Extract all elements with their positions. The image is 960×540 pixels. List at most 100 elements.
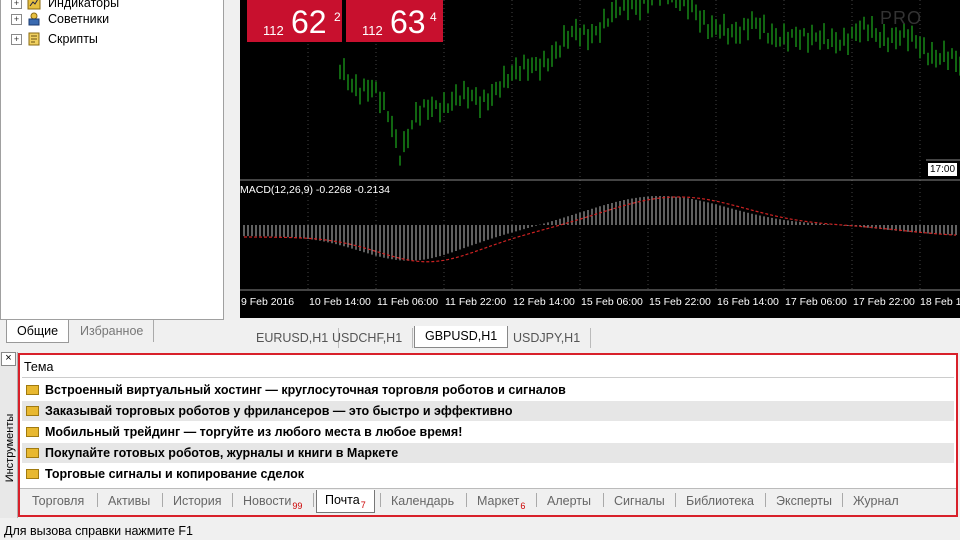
envelope-icon: [26, 448, 39, 458]
tab-badge: 99: [292, 501, 303, 511]
tab-label: Торговля: [32, 494, 85, 508]
nav-label: Индикаторы: [48, 0, 120, 10]
time-tick-label: 16 Feb 14:00: [717, 296, 779, 308]
ask-big: 63: [390, 4, 426, 40]
ask-price-box[interactable]: 112 63 4: [346, 0, 443, 42]
message-row[interactable]: Встроенный виртуальный хостинг — круглос…: [22, 380, 954, 400]
tab-5[interactable]: Почта7: [316, 490, 375, 513]
message-row[interactable]: Покупайте готовых роботов, журналы и кни…: [22, 443, 954, 463]
time-tick-label: 9 Feb 2016: [241, 296, 295, 308]
bid-prefix: 112: [263, 23, 284, 38]
message-row[interactable]: Торговые сигналы и копирование сделок: [22, 464, 954, 484]
tab-separator: [313, 493, 314, 507]
tab-separator: [603, 493, 604, 507]
ask-prefix: 112: [362, 23, 383, 38]
close-icon[interactable]: ×: [1, 352, 16, 366]
bid-price-box[interactable]: 112 62 2: [247, 0, 342, 42]
tab-1[interactable]: Торговля: [24, 491, 92, 511]
tab-common[interactable]: Общие: [6, 320, 70, 343]
nav-item-experts[interactable]: + Советники: [11, 10, 109, 28]
time-tick-label: 15 Feb 22:00: [649, 296, 711, 308]
tab-label: История: [173, 494, 222, 508]
scripts-icon: [28, 32, 40, 46]
tab-favorites[interactable]: Избранное: [70, 320, 155, 342]
toolbox-mailbox: Тема Встроенный виртуальный хостинг — кр…: [18, 353, 958, 517]
message-subject: Покупайте готовых роботов, журналы и кни…: [45, 446, 399, 460]
message-subject: Мобильный трейдинг — торгуйте из любого …: [45, 425, 463, 439]
tab-separator: [675, 493, 676, 507]
chart-tab[interactable]: USDJPY,H1: [503, 328, 592, 348]
chart-canvas[interactable]: [240, 0, 960, 318]
envelope-icon: [26, 385, 39, 395]
tab-separator: [162, 493, 163, 507]
tab-label: Маркет: [477, 494, 520, 508]
indicators-icon: [27, 0, 41, 10]
toolbox-sidebar: × Инструменты: [0, 352, 18, 518]
status-bar: Для вызова справки нажмите F1: [0, 522, 960, 540]
tab-label: Активы: [108, 494, 151, 508]
envelope-icon: [26, 469, 39, 479]
message-subject: Заказывай торговых роботов у фрилансеров…: [45, 404, 513, 418]
tab-separator: [232, 493, 233, 507]
tab-7[interactable]: Маркет6: [469, 491, 533, 511]
tab-label: Алерты: [547, 494, 591, 508]
time-tick-label: 11 Feb 22:00: [445, 296, 507, 308]
tab-12[interactable]: Журнал: [845, 491, 907, 511]
tab-label: Календарь: [391, 494, 455, 508]
chart-tab[interactable]: USDCHF,H1: [322, 328, 414, 348]
tab-label: Сигналы: [614, 494, 665, 508]
tab-4[interactable]: Новости99: [235, 491, 310, 511]
bid-big: 62: [291, 4, 327, 40]
tab-label: Почта: [325, 493, 360, 507]
time-tick-label: 18 Feb 1: [920, 296, 960, 308]
time-marker: 17:00: [928, 163, 958, 176]
time-tick-label: 11 Feb 06:00: [377, 296, 439, 308]
bid-sup: 2: [334, 10, 341, 24]
expand-icon[interactable]: +: [11, 33, 22, 45]
chart-tabs: EURUSD,H1 USDCHF,H1 GBPUSD,H1 USDJPY,H1: [228, 326, 960, 348]
tab-11[interactable]: Эксперты: [768, 491, 840, 511]
nav-label: Советники: [48, 12, 110, 26]
tab-10[interactable]: Библиотека: [678, 491, 762, 511]
time-tick-label: 17 Feb 06:00: [785, 296, 847, 308]
time-tick-label: 12 Feb 14:00: [513, 296, 575, 308]
tab-9[interactable]: Сигналы: [606, 491, 673, 511]
tab-3[interactable]: История: [165, 491, 229, 511]
tab-separator: [97, 493, 98, 507]
column-header-subject[interactable]: Тема: [22, 357, 954, 378]
tab-badge: 6: [520, 501, 526, 511]
envelope-icon: [26, 427, 39, 437]
toolbox-title: Инструменты: [4, 413, 16, 483]
tab-separator: [765, 493, 766, 507]
nav-label: Скрипты: [48, 32, 98, 46]
price-chart[interactable]: 112 62 2 112 63 4 PRO MACD(12,26,9) -0.2…: [240, 0, 960, 318]
tab-label: Эксперты: [776, 494, 832, 508]
macd-label: MACD(12,26,9) -0.2268 -0.2134: [240, 184, 390, 196]
tab-separator: [536, 493, 537, 507]
tab-2[interactable]: Активы: [100, 491, 158, 511]
message-subject: Встроенный виртуальный хостинг — круглос…: [45, 383, 566, 397]
nav-item-scripts[interactable]: + Скрипты: [11, 30, 98, 48]
tab-label: Новости: [243, 494, 292, 508]
tab-label: Библиотека: [686, 494, 754, 508]
message-row[interactable]: Мобильный трейдинг — торгуйте из любого …: [22, 422, 954, 442]
navigator-tabs: Общие Избранное: [0, 320, 224, 344]
tab-separator: [842, 493, 843, 507]
time-tick-label: 10 Feb 14:00: [309, 296, 371, 308]
experts-icon: [28, 12, 40, 26]
time-tick-label: 17 Feb 22:00: [853, 296, 915, 308]
time-tick-label: 15 Feb 06:00: [581, 296, 643, 308]
message-subject: Торговые сигналы и копирование сделок: [45, 467, 305, 481]
tab-label: Журнал: [853, 494, 899, 508]
ask-sup: 4: [430, 10, 437, 24]
expand-icon[interactable]: +: [11, 13, 22, 25]
tab-badge: 7: [360, 500, 366, 510]
envelope-icon: [26, 406, 39, 416]
tab-6[interactable]: Календарь: [383, 491, 462, 511]
navigator-panel: + Индикаторы + Советники + Скрипты: [0, 0, 224, 320]
message-row[interactable]: Заказывай торговых роботов у фрилансеров…: [22, 401, 954, 421]
chart-tab[interactable]: GBPUSD,H1: [414, 326, 509, 348]
expand-icon[interactable]: +: [11, 0, 22, 9]
tab-8[interactable]: Алерты: [539, 491, 599, 511]
tab-separator: [466, 493, 467, 507]
